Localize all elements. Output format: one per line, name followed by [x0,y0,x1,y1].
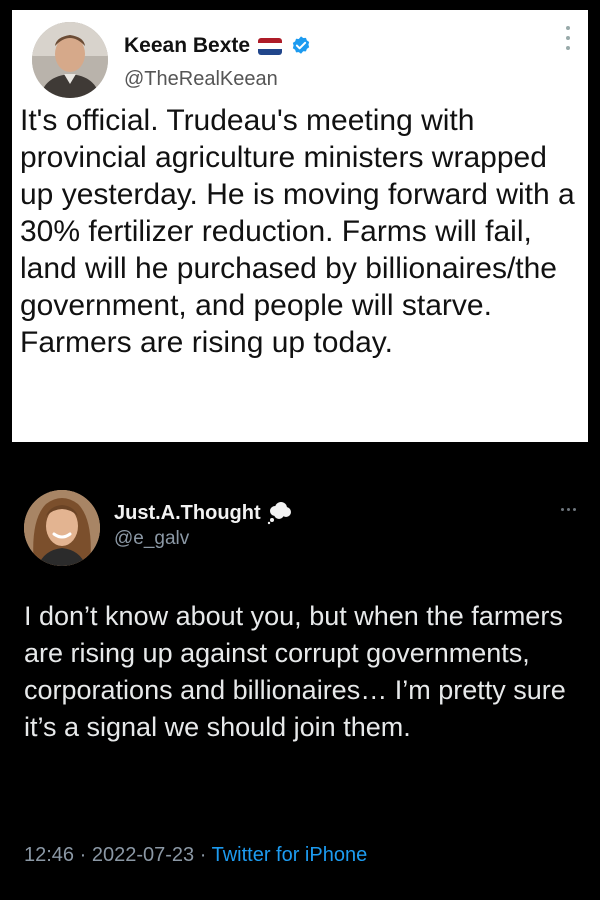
tweet-date[interactable]: 2022-07-23 [92,844,194,866]
avatar-image [32,22,108,98]
handle[interactable]: @TheRealKeean [124,68,278,91]
tweet-meta: 12:46 · 2022-07-23 · Twitter for iPhone [24,844,367,867]
more-options-icon[interactable] [564,26,572,50]
display-name[interactable]: Keean Bexte [124,34,250,58]
meta-separator: · [74,844,92,866]
display-name[interactable]: Just.A.Thought [114,502,261,525]
netherlands-flag-icon [258,37,283,55]
avatar[interactable] [24,490,100,566]
tweet-time[interactable]: 12:46 [24,844,74,866]
tweet-card-top: Keean Bexte @TheRealKeean It's official.… [12,10,588,442]
name-row: Just.A.Thought [114,500,293,526]
thought-cloud-icon [267,502,291,525]
tweet-text: It's official. Trudeau's meeting with pr… [20,104,575,359]
avatar[interactable] [32,22,108,98]
avatar-image [24,490,100,566]
tweet-card-bottom: Just.A.Thought @e_galv I don’t know abou… [0,442,600,900]
tweet-source-link[interactable]: Twitter for iPhone [212,844,368,866]
tweet-text: I don’t know about you, but when the far… [24,601,566,742]
meta-separator: · [194,844,212,866]
name-row: Keean Bexte [124,32,312,60]
more-options-icon[interactable] [561,508,576,511]
verified-badge-icon [292,36,310,54]
handle[interactable]: @e_galv [114,528,189,550]
